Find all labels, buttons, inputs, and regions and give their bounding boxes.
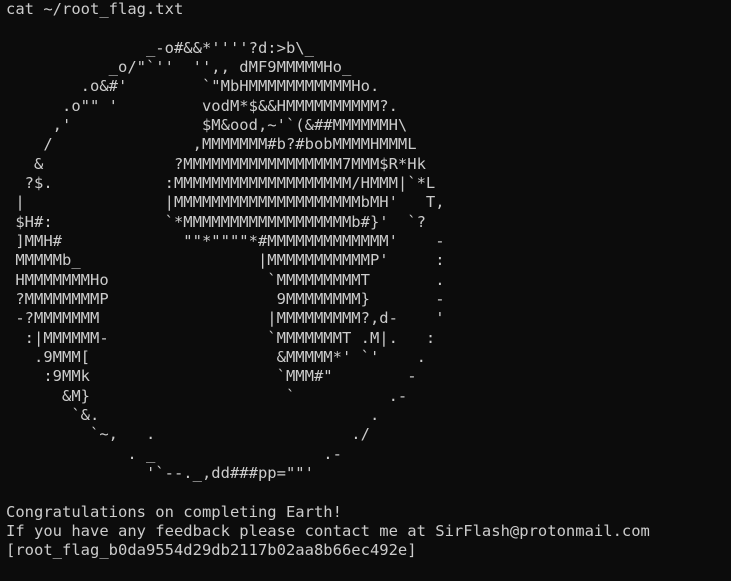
congratulations-message: Congratulations on completing Earth! [6,502,342,521]
ascii-art-line: / ,MMMMMMM#b?#bobMMMMHMMML [6,135,417,154]
ascii-art-line [6,19,731,38]
feedback-message[interactable]: If you have any feedback please contact … [6,522,731,541]
ascii-art-line: ?MMMMMMMMP 9MMMMMMMM} - [6,289,445,308]
ascii-art-line: '`--._,dd###pp=""' [6,463,314,482]
ascii-art-line: :9MMk `MMM#" - [6,367,417,386]
ascii-art-line: -?MMMMMMM |MMMMMMMMM?,d- ' [6,309,445,328]
ascii-art-line: HMMMMMMMHo `MMMMMMMMMT . [6,270,445,289]
ascii-art-line: | |MMMMMMMMMMMMMMMMMMMMbMH' T, [6,193,445,212]
terminal-window[interactable]: cat ~/root_flag.txt _-o#&&*''''?d:>b\_ _… [0,0,731,581]
terminal-output-footer: Congratulations on completing Earth! If … [6,503,731,561]
command-line: cat ~/root_flag.txt [6,0,184,18]
ascii-art-line: .o"" ' vodM*$&&HMMMMMMMMMM?. [6,96,398,115]
ascii-art-line [6,483,731,502]
ascii-art-line: .9MMM[ &MMMMM*' `' . [6,347,426,366]
ascii-art-line: ?$. :MMMMMMMMMMMMMMMMMMM/HMMM|`*L [6,173,436,192]
ascii-art-line: _-o#&&*''''?d:>b\_ [6,38,314,57]
ascii-art-line: `&. . [6,405,380,424]
ascii-art-line: _o/"`'' '',, dMF9MMMMMHo_ [6,57,352,76]
ascii-art-line: ,' $M&ood,~'`(&##MMMMMMH\ [6,115,408,134]
ascii-art-line: &M} ` .- [6,386,408,405]
ascii-art-line: . _ .- [6,444,342,463]
ascii-art-line: :|MMMMMM- `MMMMMMMT .M|. : [6,328,436,347]
ascii-art-line: $H#: `*MMMMMMMMMMMMMMMMMMb#}' `? [6,212,426,231]
ascii-art-line: MMMMMb_ |MMMMMMMMMMMP' : [6,251,445,270]
ascii-art-earth: _-o#&&*''''?d:>b\_ _o/"`'' '',, dMF9MMMM… [6,19,731,502]
ascii-art-line: & ?MMMMMMMMMMMMMMMMM7MMM$R*Hk [6,154,426,173]
ascii-art-line: .o&#' `"MbHMMMMMMMMMMMHo. [6,77,380,96]
ascii-art-line: `~, . ./ [6,425,370,444]
root-flag-value[interactable]: [root_flag_b0da9554d29db2117b02aa8b66ec4… [6,541,731,560]
ascii-art-line: ]MMH# ""*""""*#MMMMMMMMMMMMM' - [6,231,445,250]
